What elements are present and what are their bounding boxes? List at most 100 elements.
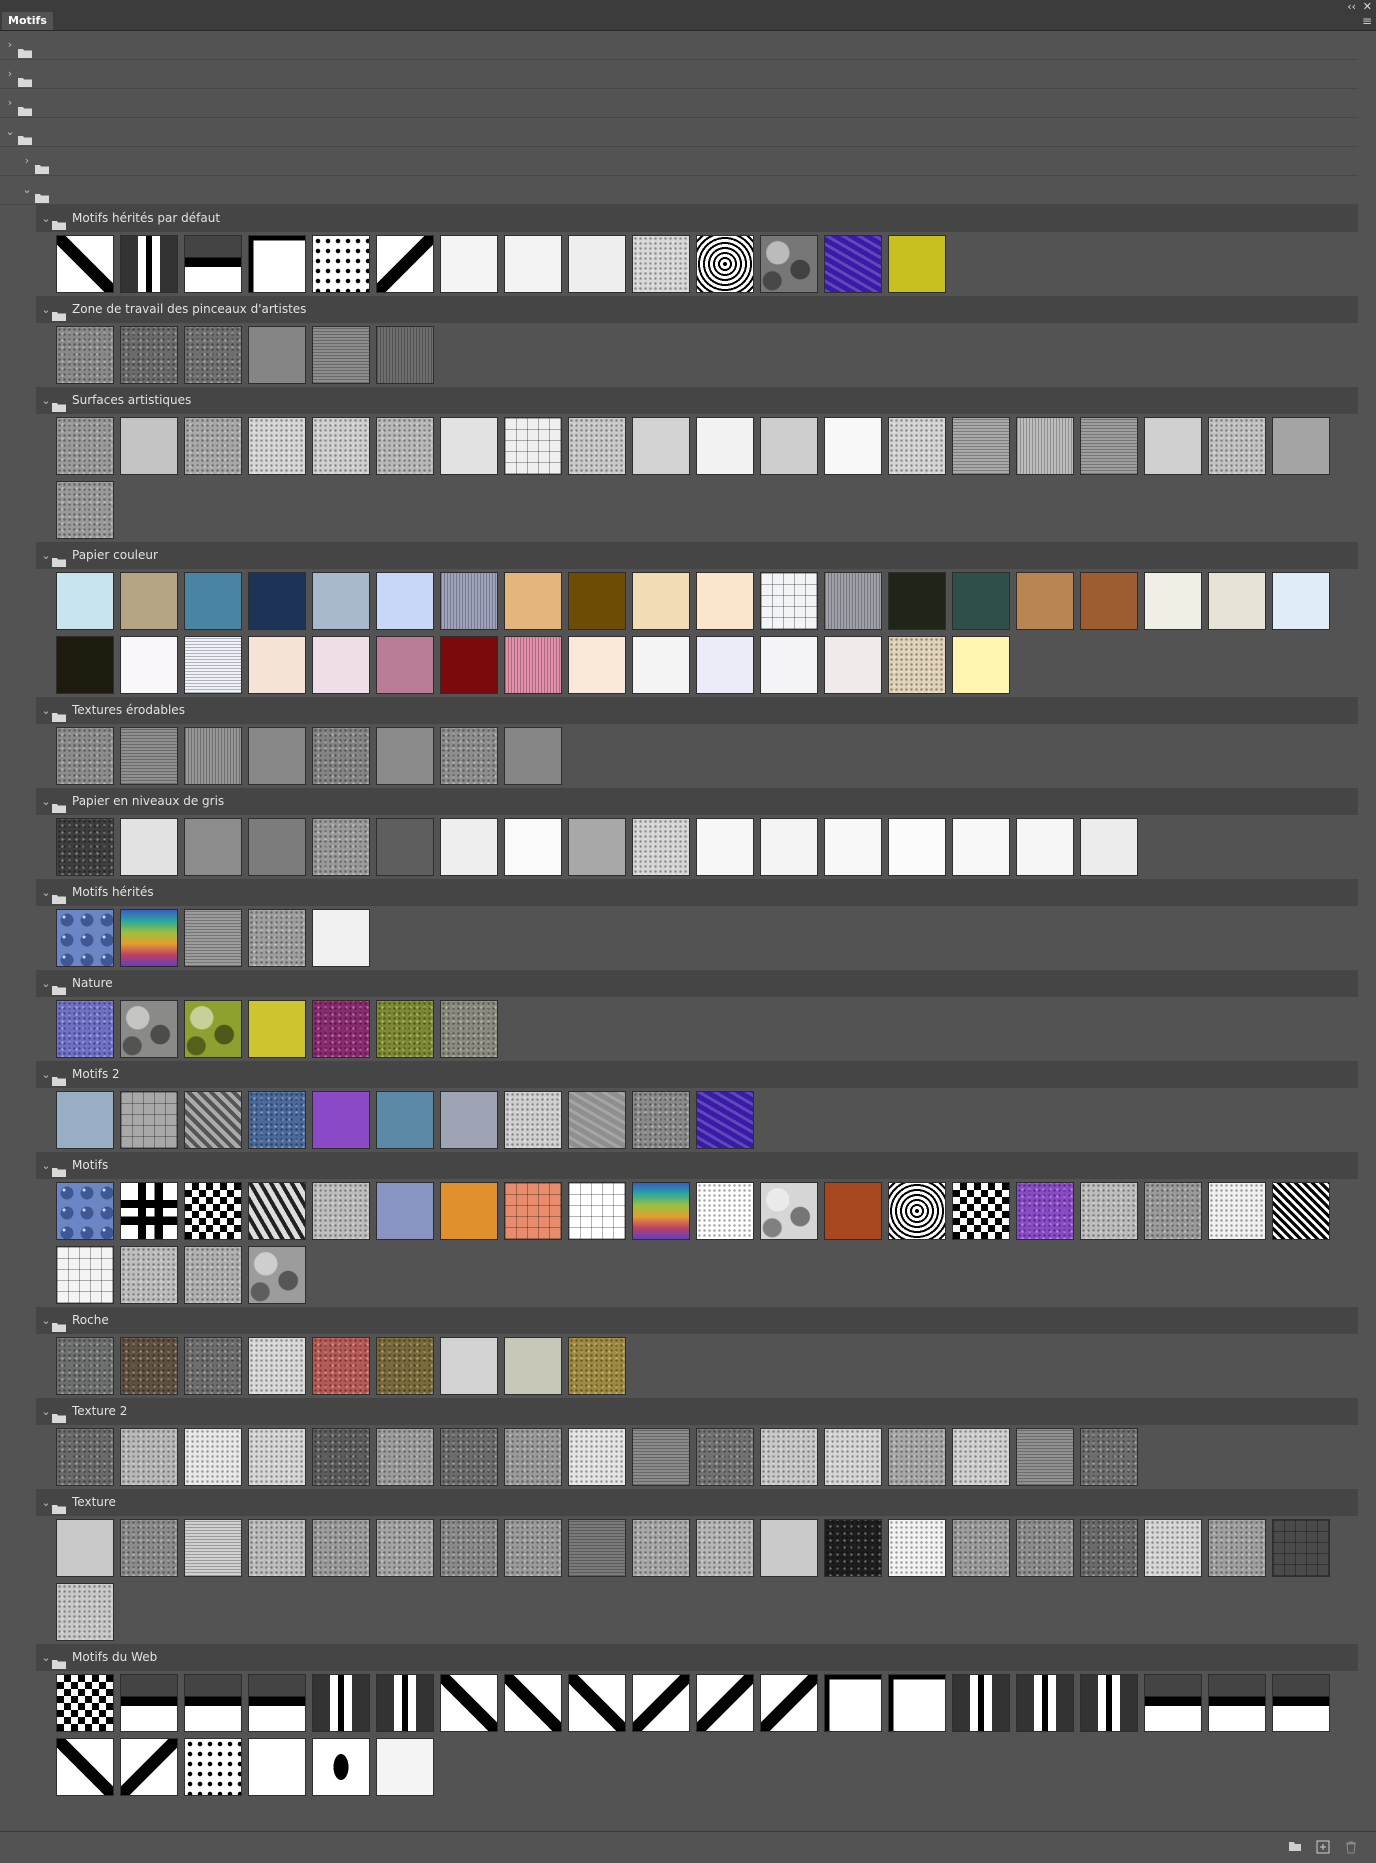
group-header[interactable]: ⌄ Texture 2	[36, 1398, 1358, 1425]
pattern-swatch[interactable]	[760, 572, 818, 630]
group-header[interactable]: ⌄ Zone de travail des pinceaux d'artistes	[36, 296, 1358, 323]
pattern-swatch[interactable]	[760, 1182, 818, 1240]
pattern-swatch[interactable]	[312, 1674, 370, 1732]
pattern-swatch[interactable]	[312, 417, 370, 475]
pattern-swatch[interactable]	[632, 636, 690, 694]
pattern-swatch[interactable]	[184, 572, 242, 630]
pattern-swatch[interactable]	[952, 1182, 1010, 1240]
pattern-swatch[interactable]	[1016, 818, 1074, 876]
panel-tab[interactable]: Motifs	[2, 12, 53, 30]
pattern-swatch[interactable]	[376, 1182, 434, 1240]
pattern-swatch[interactable]	[1080, 1428, 1138, 1486]
pattern-swatch[interactable]	[440, 1337, 498, 1395]
pattern-swatch[interactable]	[952, 417, 1010, 475]
pattern-swatch[interactable]	[312, 636, 370, 694]
pattern-swatch[interactable]	[568, 235, 626, 293]
pattern-swatch[interactable]	[56, 1674, 114, 1732]
chevron-right-icon[interactable]: ›	[4, 89, 16, 117]
pattern-swatch[interactable]	[376, 417, 434, 475]
pattern-swatch[interactable]	[504, 235, 562, 293]
pattern-swatch[interactable]	[760, 235, 818, 293]
pattern-swatch[interactable]	[120, 909, 178, 967]
pattern-swatch[interactable]	[888, 636, 946, 694]
pattern-swatch[interactable]	[824, 1182, 882, 1240]
group-header[interactable]: ⌄ Motifs hérités	[36, 879, 1358, 906]
pattern-swatch[interactable]	[1208, 572, 1266, 630]
pattern-swatch[interactable]	[1144, 1674, 1202, 1732]
pattern-swatch[interactable]	[1144, 1519, 1202, 1577]
pattern-swatch[interactable]	[120, 1337, 178, 1395]
group-header[interactable]: ⌄ Motifs du Web	[36, 1644, 1358, 1671]
pattern-swatch[interactable]	[376, 235, 434, 293]
pattern-swatch[interactable]	[440, 818, 498, 876]
chevron-right-icon[interactable]: ›	[4, 31, 16, 59]
pattern-swatch[interactable]	[1080, 1674, 1138, 1732]
pattern-swatch[interactable]	[248, 326, 306, 384]
pattern-swatch[interactable]	[888, 417, 946, 475]
pattern-swatch[interactable]	[248, 1246, 306, 1304]
pattern-swatch[interactable]	[248, 1000, 306, 1058]
pattern-swatch[interactable]	[632, 1519, 690, 1577]
pattern-swatch[interactable]	[120, 1738, 178, 1796]
pattern-swatch[interactable]	[120, 235, 178, 293]
pattern-swatch[interactable]	[56, 818, 114, 876]
tree-item[interactable]: ›	[0, 31, 1358, 60]
pattern-swatch[interactable]	[568, 1337, 626, 1395]
pattern-swatch[interactable]	[184, 1738, 242, 1796]
pattern-swatch[interactable]	[760, 1519, 818, 1577]
pattern-swatch[interactable]	[440, 417, 498, 475]
pattern-swatch[interactable]	[632, 235, 690, 293]
pattern-swatch[interactable]	[440, 636, 498, 694]
group-header[interactable]: ⌄ Papier en niveaux de gris	[36, 788, 1358, 815]
pattern-swatch[interactable]	[184, 1091, 242, 1149]
group-header[interactable]: ⌄ Papier couleur	[36, 542, 1358, 569]
pattern-swatch[interactable]	[1208, 1182, 1266, 1240]
pattern-swatch[interactable]	[120, 417, 178, 475]
pattern-swatch[interactable]	[1016, 1182, 1074, 1240]
pattern-swatch[interactable]	[56, 1091, 114, 1149]
pattern-swatch[interactable]	[504, 1091, 562, 1149]
pattern-swatch[interactable]	[184, 1000, 242, 1058]
pattern-swatch[interactable]	[312, 818, 370, 876]
pattern-swatch[interactable]	[56, 1519, 114, 1577]
pattern-swatch[interactable]	[248, 909, 306, 967]
pattern-swatch[interactable]	[120, 572, 178, 630]
pattern-swatch[interactable]	[184, 1246, 242, 1304]
pattern-swatch[interactable]	[312, 1428, 370, 1486]
pattern-swatch[interactable]	[1080, 1519, 1138, 1577]
group-header[interactable]: ⌄ Textures érodables	[36, 697, 1358, 724]
pattern-swatch[interactable]	[504, 417, 562, 475]
pattern-swatch[interactable]	[504, 1674, 562, 1732]
pattern-swatch[interactable]	[568, 572, 626, 630]
pattern-swatch[interactable]	[504, 572, 562, 630]
pattern-swatch[interactable]	[184, 727, 242, 785]
pattern-swatch[interactable]	[120, 1246, 178, 1304]
pattern-swatch[interactable]	[696, 572, 754, 630]
tree-item[interactable]: ›	[0, 147, 1358, 176]
pattern-swatch[interactable]	[184, 235, 242, 293]
pattern-swatch[interactable]	[376, 572, 434, 630]
pattern-swatch[interactable]	[760, 417, 818, 475]
pattern-swatch[interactable]	[248, 636, 306, 694]
pattern-swatch[interactable]	[568, 1428, 626, 1486]
pattern-swatch[interactable]	[312, 235, 370, 293]
pattern-swatch[interactable]	[312, 1000, 370, 1058]
pattern-swatch[interactable]	[824, 1519, 882, 1577]
pattern-swatch[interactable]	[632, 417, 690, 475]
pattern-swatch[interactable]	[56, 326, 114, 384]
pattern-swatch[interactable]	[120, 636, 178, 694]
pattern-swatch[interactable]	[568, 417, 626, 475]
pattern-swatch[interactable]	[504, 1519, 562, 1577]
pattern-swatch[interactable]	[376, 1519, 434, 1577]
pattern-swatch[interactable]	[632, 1674, 690, 1732]
pattern-swatch[interactable]	[1144, 1182, 1202, 1240]
pattern-swatch[interactable]	[632, 1182, 690, 1240]
pattern-swatch[interactable]	[1272, 572, 1330, 630]
chevron-down-icon[interactable]: ⌄	[40, 1061, 52, 1088]
pattern-swatch[interactable]	[184, 1428, 242, 1486]
pattern-swatch[interactable]	[504, 1337, 562, 1395]
chevron-right-icon[interactable]: ›	[21, 147, 33, 175]
chevron-down-icon[interactable]: ⌄	[40, 879, 52, 906]
chevron-down-icon[interactable]: ⌄	[40, 1489, 52, 1516]
pattern-swatch[interactable]	[1208, 1519, 1266, 1577]
